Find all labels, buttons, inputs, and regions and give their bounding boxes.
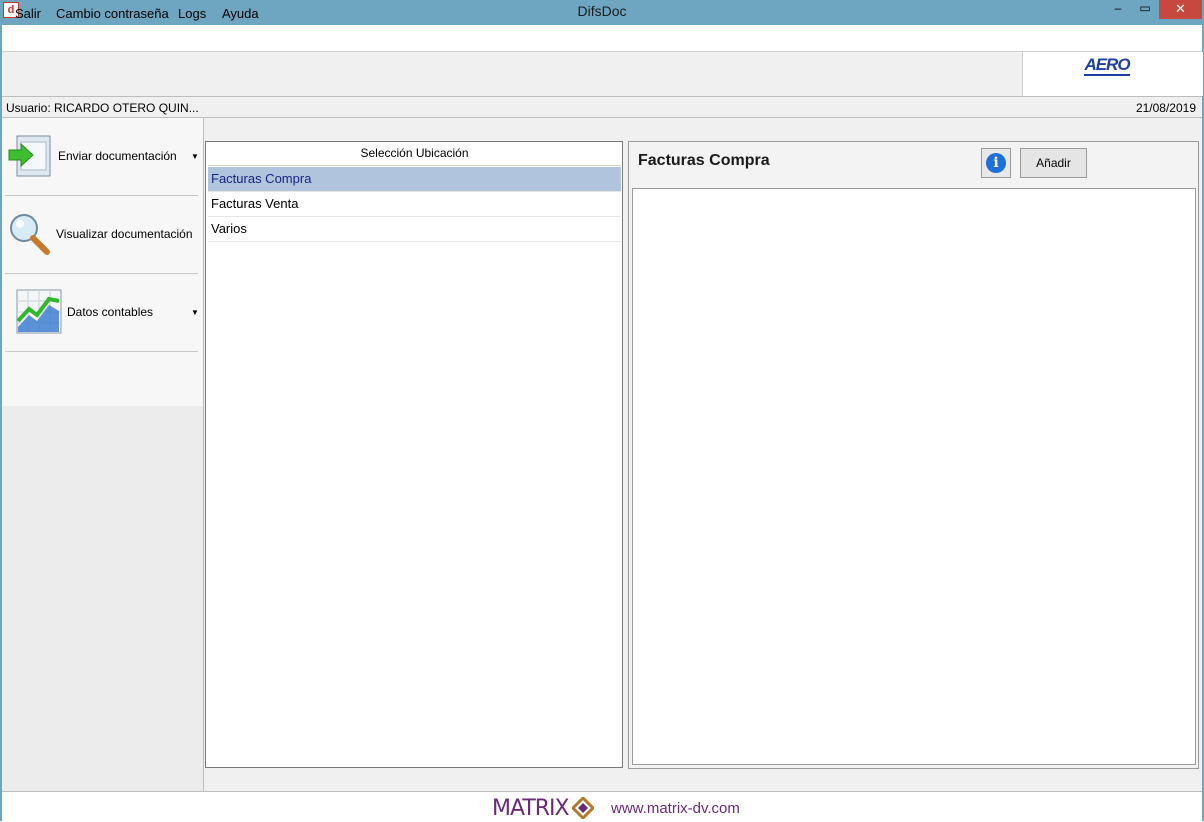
location-list-header: Selección Ubicación xyxy=(208,143,621,166)
menu-salir[interactable]: Salir xyxy=(15,6,41,21)
detail-title: Facturas Compra xyxy=(638,152,770,169)
user-label: Usuario: RICARDO OTERO QUIN... xyxy=(6,101,199,115)
location-item[interactable]: Facturas Venta xyxy=(208,192,621,217)
minimize-button[interactable]: – xyxy=(1106,0,1130,19)
menu-bar xyxy=(2,25,1202,52)
nav-item-visualizar[interactable]: Visualizar documentación xyxy=(5,196,198,274)
matrix-logo-icon xyxy=(572,797,594,819)
info-icon[interactable]: i xyxy=(986,153,1006,173)
menu-ayuda[interactable]: Ayuda xyxy=(222,6,259,21)
nav-panel-empty xyxy=(2,406,203,791)
chevron-down-icon: ▼ xyxy=(191,308,199,317)
nav-label-enviar: Enviar documentación xyxy=(58,149,177,163)
nav-divider xyxy=(203,118,204,791)
date-label: 21/08/2019 xyxy=(1135,101,1196,115)
location-item[interactable]: Facturas Compra xyxy=(208,167,621,192)
chart-icon xyxy=(16,289,62,334)
close-button[interactable]: ✕ xyxy=(1159,0,1202,19)
location-item[interactable]: Varios xyxy=(208,217,621,242)
aero-logo: AERO xyxy=(1084,55,1130,74)
location-item-label: Facturas Venta xyxy=(211,196,299,211)
menu-cambio-contrasena[interactable]: Cambio contraseña xyxy=(56,6,169,21)
main-top-gap xyxy=(204,118,1202,140)
magnifier-icon xyxy=(10,214,50,255)
footer-url[interactable]: www.matrix-dv.com xyxy=(611,800,740,817)
nav-item-enviar[interactable]: Enviar documentación ▼ xyxy=(5,118,199,196)
nav-label-visualizar: Visualizar documentación xyxy=(56,227,193,241)
matrix-logo-text: MATRIX xyxy=(492,796,570,821)
footer xyxy=(2,791,1202,822)
nav-item-datos-contables[interactable]: Datos contables ▼ xyxy=(5,274,199,352)
location-item-label: Varios xyxy=(211,221,247,236)
maximize-button[interactable]: ▭ xyxy=(1133,0,1157,19)
add-button[interactable]: Añadir xyxy=(1020,148,1087,178)
detail-content-area[interactable] xyxy=(632,188,1196,765)
menu-logs[interactable]: Logs xyxy=(178,6,206,21)
send-document-icon xyxy=(8,135,51,177)
location-item-label: Facturas Compra xyxy=(211,171,312,186)
chevron-down-icon: ▼ xyxy=(191,152,199,161)
logo-underline xyxy=(1084,74,1130,76)
nav-label-datos-contables: Datos contables xyxy=(67,305,154,319)
